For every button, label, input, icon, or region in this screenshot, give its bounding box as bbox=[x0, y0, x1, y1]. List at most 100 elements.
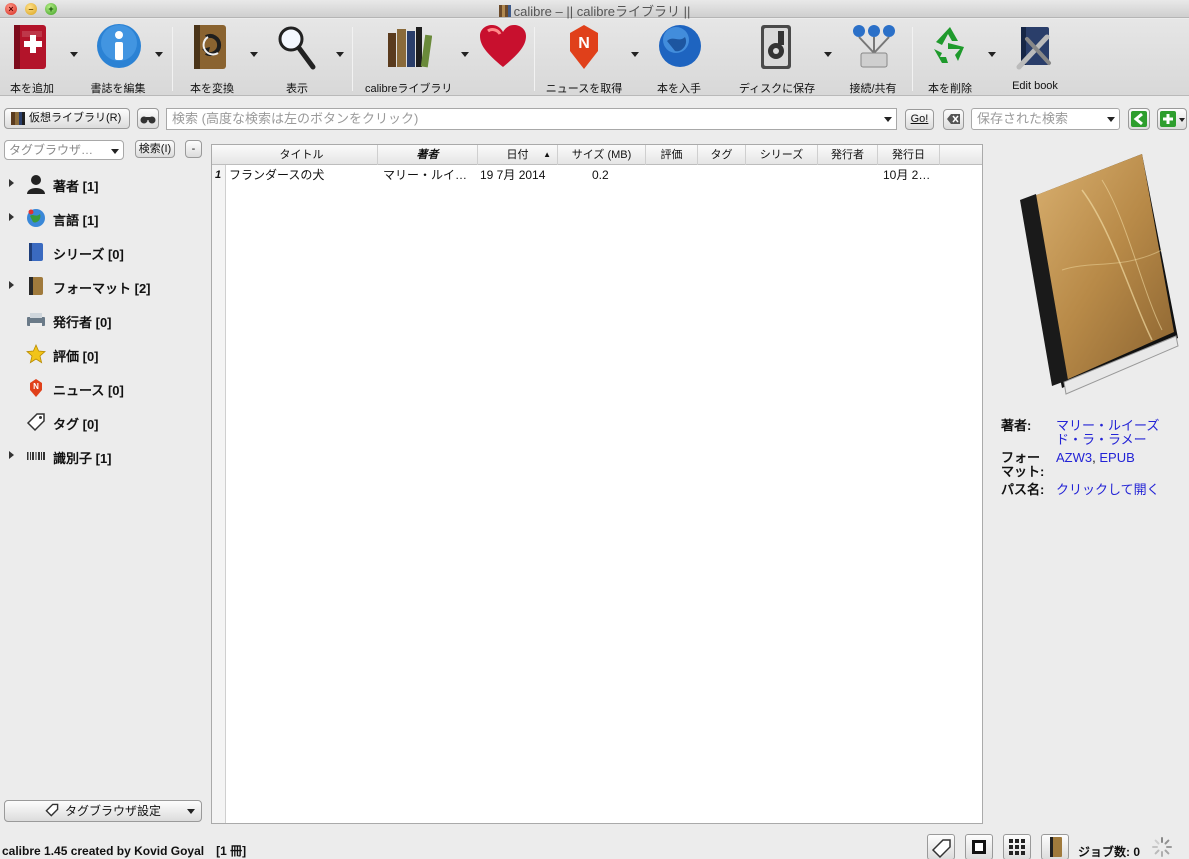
get-books-label: 本を入手 bbox=[657, 83, 701, 95]
author-key: 著者: bbox=[1001, 418, 1032, 433]
author-link[interactable]: マリー・ルイーズ bbox=[1056, 419, 1159, 433]
jobs-count[interactable]: ジョブ数: 0 bbox=[1078, 843, 1140, 859]
fetch-news-button[interactable]: N ニュースを取得 bbox=[546, 23, 622, 95]
series-icon bbox=[26, 242, 46, 262]
expand-arrow-icon[interactable] bbox=[9, 451, 14, 459]
cover-browser-icon bbox=[972, 840, 986, 854]
copy-search-button[interactable] bbox=[1128, 108, 1150, 130]
fetch-news-dropdown-arrow[interactable] bbox=[631, 52, 639, 57]
tag-category-label: シリーズ [0] bbox=[53, 247, 124, 262]
clear-search-button[interactable] bbox=[943, 109, 964, 130]
column-header-date[interactable]: 日付 ▲ bbox=[478, 145, 558, 165]
edit-metadata-dropdown-arrow[interactable] bbox=[155, 52, 163, 57]
tag-category-label: フォーマット [2] bbox=[53, 281, 151, 296]
tag-category-label: タグ [0] bbox=[53, 417, 99, 432]
format-epub-link[interactable]: EPUB bbox=[1099, 450, 1134, 465]
tag-category-series[interactable]: シリーズ [0] bbox=[0, 239, 200, 265]
book-pubdate-cell[interactable]: 10月 2… bbox=[883, 166, 945, 184]
column-header-tags[interactable]: タグ bbox=[698, 145, 746, 165]
saved-search-dropdown[interactable] bbox=[1107, 117, 1115, 122]
edit-metadata-button[interactable]: 書誌を編集 bbox=[91, 23, 146, 95]
view-button[interactable]: 表示 bbox=[275, 23, 319, 95]
go-button[interactable]: Go! bbox=[905, 109, 934, 130]
path-open-link[interactable]: クリックして開く bbox=[1056, 483, 1160, 497]
chevron-down-icon bbox=[187, 809, 195, 814]
toggle-book-details-button[interactable] bbox=[1041, 834, 1069, 859]
search-history-dropdown[interactable] bbox=[884, 117, 892, 122]
book-cover[interactable] bbox=[1002, 150, 1182, 400]
column-header-rating[interactable]: 評価 bbox=[646, 145, 698, 165]
toggle-cover-grid-button[interactable] bbox=[965, 834, 993, 859]
convert-dropdown-arrow[interactable] bbox=[250, 52, 258, 57]
tag-category-rating[interactable]: 評価 [0] bbox=[0, 341, 200, 367]
book-title-cell[interactable]: フランダースの犬 bbox=[229, 166, 377, 184]
magnifier-icon bbox=[275, 23, 319, 70]
library-button[interactable]: calibreライブラリ bbox=[365, 23, 452, 95]
view-dropdown-arrow[interactable] bbox=[336, 52, 344, 57]
author-link-continued[interactable]: ド・ラ・ラメー bbox=[1056, 433, 1147, 447]
book-tags-cell[interactable] bbox=[700, 166, 746, 184]
column-header-author[interactable]: 著者 bbox=[378, 145, 478, 165]
library-dropdown-arrow[interactable] bbox=[461, 52, 469, 57]
saved-search-select[interactable]: 保存された検索 bbox=[971, 108, 1120, 130]
toggle-tag-browser-button[interactable] bbox=[927, 834, 955, 859]
book-date-cell[interactable]: 19 7月 2014 bbox=[480, 166, 558, 184]
search-input[interactable]: 検索 (高度な検索は左のボタンをクリック) bbox=[166, 108, 897, 130]
book-publisher-cell[interactable] bbox=[820, 166, 878, 184]
column-header-pubdate[interactable]: 発行日 bbox=[878, 145, 940, 165]
tag-category-publisher[interactable]: 発行者 [0] bbox=[0, 307, 200, 333]
column-header-size[interactable]: サイズ (MB) bbox=[558, 145, 646, 165]
grid-view-button[interactable] bbox=[1003, 834, 1031, 859]
format-azw3-link[interactable]: AZW3 bbox=[1056, 450, 1092, 465]
tag-category-formats[interactable]: フォーマット [2] bbox=[0, 273, 200, 299]
tag-filter-input[interactable]: タグブラウザ… bbox=[4, 140, 124, 160]
tag-category-authors[interactable]: 著者 [1] bbox=[0, 171, 200, 197]
virtual-library-label: 仮想ライブラリ(R) bbox=[29, 112, 122, 124]
save-search-button[interactable] bbox=[1157, 108, 1187, 130]
green-plus-icon bbox=[1160, 111, 1185, 127]
virtual-library-button[interactable]: 仮想ライブラリ(R) bbox=[4, 108, 130, 129]
tag-filter-dropdown[interactable] bbox=[111, 149, 119, 154]
convert-books-button[interactable]: 本を変換 bbox=[190, 23, 234, 95]
add-books-dropdown-arrow[interactable] bbox=[70, 52, 78, 57]
tag-find-button[interactable]: 検索(I) bbox=[135, 140, 175, 158]
tag-category-identifiers[interactable]: 識別子 [1] bbox=[0, 443, 200, 469]
edit-book-tools-icon bbox=[1013, 23, 1057, 70]
tag-category-label: 評価 [0] bbox=[53, 349, 99, 364]
column-header-title[interactable]: タイトル bbox=[226, 145, 378, 165]
get-books-button[interactable]: 本を入手 bbox=[656, 23, 702, 95]
expand-arrow-icon[interactable] bbox=[9, 213, 14, 221]
convert-book-icon bbox=[190, 23, 234, 69]
tag-icon bbox=[931, 839, 951, 859]
book-series-cell[interactable] bbox=[748, 166, 818, 184]
advanced-search-button[interactable] bbox=[137, 108, 159, 129]
column-header-publisher[interactable]: 発行者 bbox=[818, 145, 878, 165]
edit-book-button[interactable]: Edit book bbox=[1012, 23, 1058, 93]
spinner-icon bbox=[1151, 836, 1173, 858]
expand-arrow-icon[interactable] bbox=[9, 179, 14, 187]
tag-category-news[interactable]: N ニュース [0] bbox=[0, 375, 200, 401]
book-size-cell[interactable]: 0.2 bbox=[592, 166, 642, 184]
tag-category-languages[interactable]: 言語 [1] bbox=[0, 205, 200, 231]
add-books-button[interactable]: 本を追加 bbox=[10, 23, 54, 95]
svg-text:N: N bbox=[578, 35, 590, 52]
expand-arrow-icon[interactable] bbox=[9, 281, 14, 289]
tag-browser: タグブラウザ… 検索(I) - 著者 [1] 言語 [1] シリーズ [0] フ… bbox=[0, 140, 205, 825]
remove-books-button[interactable]: 本を削除 bbox=[928, 23, 972, 95]
save-dropdown-arrow[interactable] bbox=[824, 52, 832, 57]
status-text: calibre 1.45 created by Kovid Goyal [1 冊… bbox=[2, 844, 247, 858]
book-rating-cell[interactable] bbox=[648, 166, 698, 184]
search-bar: 仮想ライブラリ(R) 検索 (高度な検索は左のボタンをクリック) Go! 保存さ… bbox=[0, 105, 1189, 133]
toolbar-separator bbox=[534, 27, 535, 91]
connect-share-button[interactable]: 接続/共有 bbox=[849, 23, 897, 95]
donate-button[interactable] bbox=[478, 23, 528, 93]
network-share-icon bbox=[851, 23, 895, 68]
tag-collapse-button[interactable]: - bbox=[185, 140, 202, 158]
tag-browser-config-button[interactable]: タグブラウザ設定 bbox=[4, 800, 202, 822]
remove-dropdown-arrow[interactable] bbox=[988, 52, 996, 57]
save-to-disk-button[interactable]: ディスクに保存 bbox=[739, 23, 815, 95]
info-icon bbox=[96, 23, 141, 68]
book-author-cell[interactable]: マリー・ルイ… bbox=[383, 166, 479, 184]
column-header-series[interactable]: シリーズ bbox=[746, 145, 818, 165]
tag-category-tags[interactable]: タグ [0] bbox=[0, 409, 200, 435]
